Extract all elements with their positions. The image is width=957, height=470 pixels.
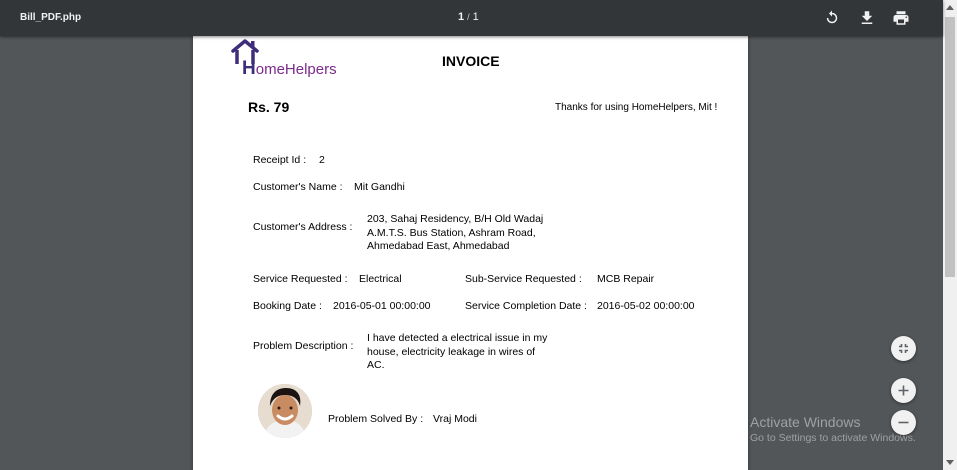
invoice-amount: Rs. 79: [248, 99, 290, 115]
sub-service-label: Sub-Service Requested :: [465, 273, 582, 285]
download-icon: [861, 11, 873, 24]
homehelpers-logo: HomeHelpers: [231, 38, 351, 80]
logo-wordmark: HomeHelpers: [242, 58, 337, 80]
vertical-scrollbar[interactable]: [943, 0, 957, 470]
page-indicator: 1/1: [458, 11, 479, 23]
thanks-message: Thanks for using HomeHelpers, Mit !: [555, 102, 718, 113]
customer-name-value: Mit Gandhi: [354, 181, 405, 193]
solved-by-label: Problem Solved By :: [328, 413, 424, 425]
page-separator: /: [467, 12, 470, 22]
rotate-icon: [826, 10, 838, 24]
scrollbar-thumb[interactable]: [945, 17, 955, 277]
problem-description-label: Problem Description :: [253, 340, 354, 352]
rotate-button[interactable]: [823, 9, 841, 27]
customer-name-label: Customer's Name :: [253, 181, 343, 193]
zoom-in-button[interactable]: [891, 378, 916, 403]
fit-to-page-icon: [899, 344, 908, 353]
watermark-line-2: Go to Settings to activate Windows.: [750, 432, 916, 444]
scroll-down-arrow-icon[interactable]: [946, 460, 954, 465]
solved-by-value: Vraj Modi: [433, 413, 477, 425]
problem-description-value: I have detected a electrical issue in my…: [367, 332, 548, 371]
print-icon: [893, 11, 909, 25]
logo-text-rest: omeHelpers: [255, 61, 337, 78]
print-button[interactable]: [892, 9, 910, 27]
invoice-title: INVOICE: [442, 53, 500, 69]
pdf-page: HomeHelpers INVOICE Rs. 79 Thanks for us…: [193, 36, 748, 470]
pdf-toolbar: Bill_PDF.php 1/1: [0, 0, 943, 36]
logo-initial: H: [242, 58, 256, 79]
sub-service-value: MCB Repair: [597, 273, 655, 285]
customer-address-value: 203, Sahaj Residency, B/H Old Wadaj A.M.…: [367, 213, 544, 252]
receipt-id-value: 2: [319, 154, 325, 166]
booking-date-label: Booking Date :: [253, 300, 322, 312]
technician-avatar: [258, 384, 312, 438]
customer-address-label: Customer's Address :: [253, 221, 353, 233]
technician-photo: [258, 384, 312, 438]
booking-date-value: 2016-05-01 00:00:00: [333, 300, 431, 312]
receipt-id-label: Receipt Id :: [253, 154, 307, 166]
total-pages: 1: [472, 11, 479, 23]
scroll-up-arrow-icon[interactable]: [946, 5, 954, 10]
current-page[interactable]: 1: [458, 11, 464, 23]
activate-windows-watermark: Activate Windows Go to Settings to activ…: [750, 414, 916, 444]
completion-date-label: Service Completion Date :: [465, 300, 587, 312]
watermark-line-1: Activate Windows: [750, 414, 861, 430]
fit-to-page-button[interactable]: [891, 336, 916, 361]
zoom-in-icon: [898, 385, 909, 396]
service-requested-value: Electrical: [359, 273, 402, 285]
service-requested-label: Service Requested :: [253, 273, 348, 285]
download-button[interactable]: [858, 9, 876, 27]
completion-date-value: 2016-05-02 00:00:00: [597, 300, 695, 312]
file-title: Bill_PDF.php: [20, 12, 82, 23]
